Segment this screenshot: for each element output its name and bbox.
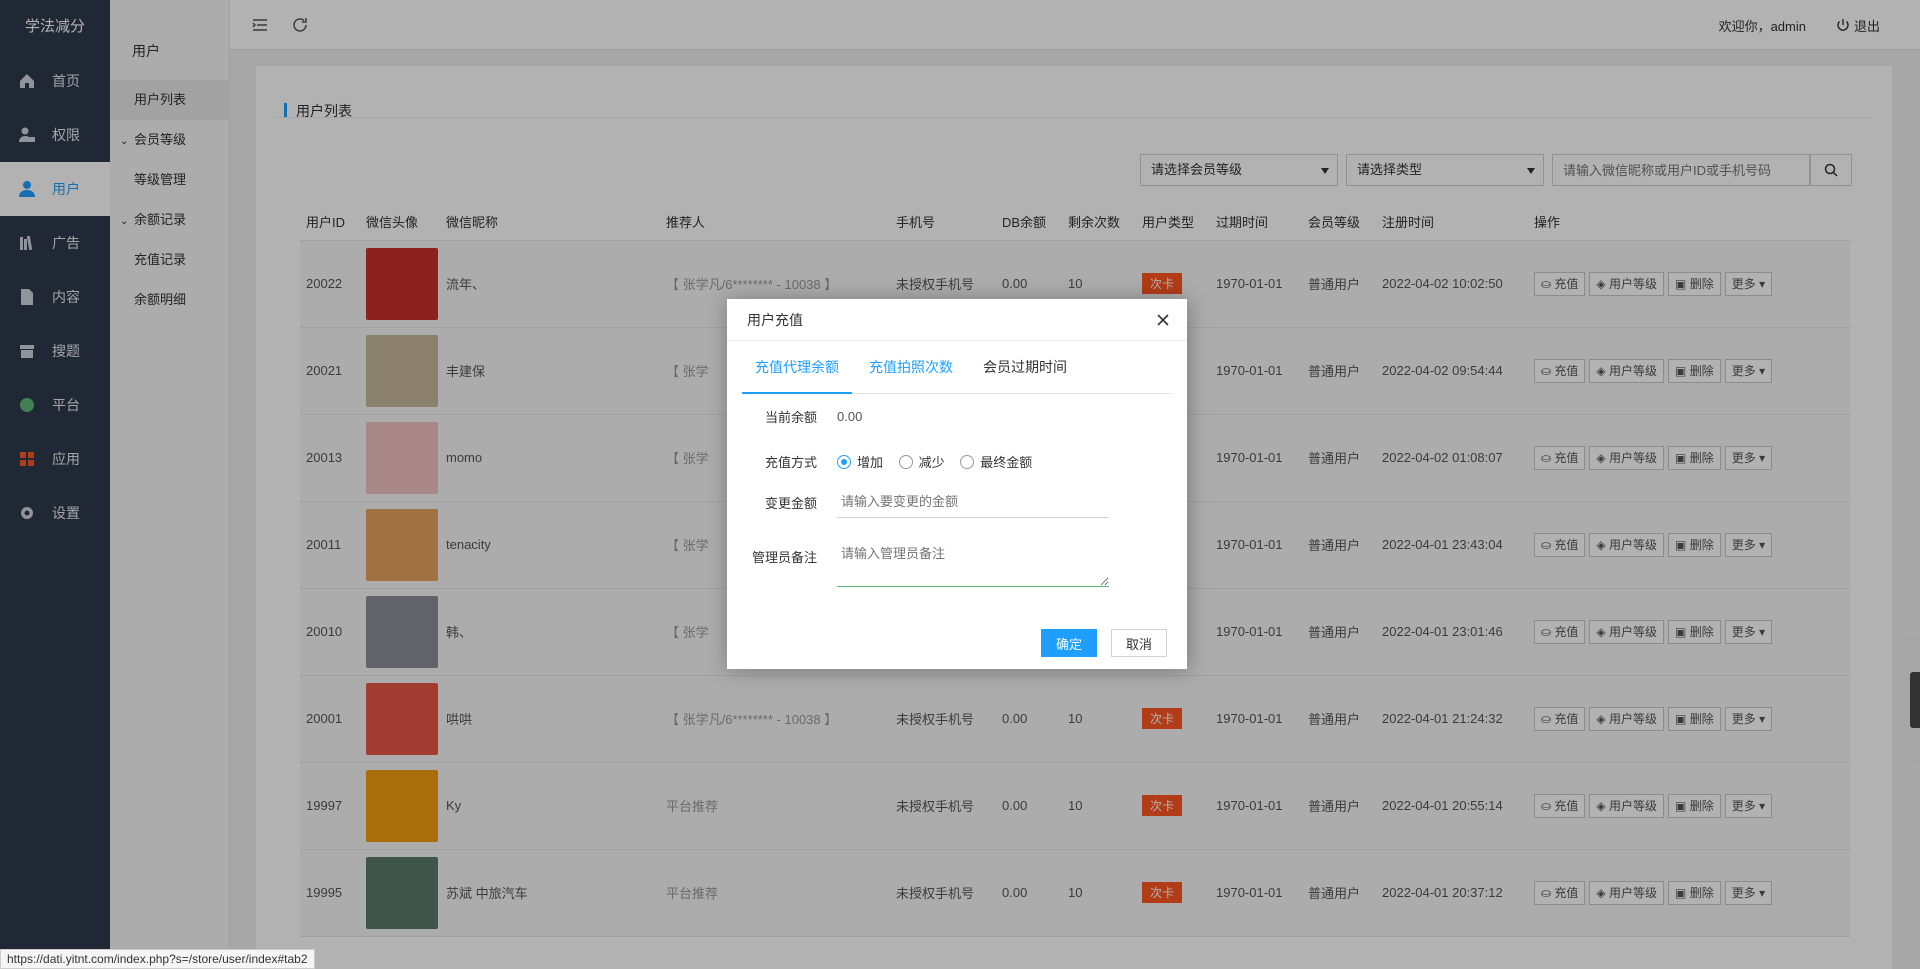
tab-member-expire[interactable]: 会员过期时间 xyxy=(970,341,1080,393)
amount-row: 变更金额 xyxy=(727,486,1109,518)
radio-final-amount[interactable]: 最终金额 xyxy=(960,452,1032,471)
amount-label: 变更金额 xyxy=(764,495,817,511)
radio-dot-icon xyxy=(898,454,913,469)
dialog-tabs: 充值代理余额 充值拍照次数 会员过期时间 xyxy=(742,341,1172,394)
remark-textarea[interactable] xyxy=(837,539,1109,587)
radio-decrease[interactable]: 减少 xyxy=(898,452,945,471)
cancel-button[interactable]: 取消 xyxy=(1110,629,1167,657)
method-label: 充值方式 xyxy=(764,455,817,471)
balance-row: 当前余额 0.00 xyxy=(727,407,862,426)
balance-value: 0.00 xyxy=(837,409,863,424)
remark-label: 管理员备注 xyxy=(751,550,817,565)
balance-label: 当前余额 xyxy=(764,410,817,425)
close-icon[interactable] xyxy=(1155,312,1171,328)
scrollbar-handle[interactable] xyxy=(1910,672,1920,728)
confirm-button[interactable]: 确定 xyxy=(1040,629,1097,657)
tab-recharge-balance[interactable]: 充值代理余额 xyxy=(742,341,852,394)
recharge-dialog: 用户充值 充值代理余额 充值拍照次数 会员过期时间 当前余额 0.00 充值方式… xyxy=(727,299,1187,669)
status-bar-url: https://dati.yitnt.com/index.php?s=/stor… xyxy=(0,949,315,969)
method-row: 充值方式 增加 减少 最终金额 xyxy=(727,452,1044,472)
tab-recharge-photo-times[interactable]: 充值拍照次数 xyxy=(856,341,966,393)
amount-input[interactable] xyxy=(837,486,1109,518)
dialog-title: 用户充值 xyxy=(727,299,1187,341)
radio-increase[interactable]: 增加 xyxy=(837,452,883,471)
radio-dot-icon xyxy=(837,454,851,469)
radio-dot-icon xyxy=(960,454,975,469)
remark-row: 管理员备注 xyxy=(727,539,1109,587)
